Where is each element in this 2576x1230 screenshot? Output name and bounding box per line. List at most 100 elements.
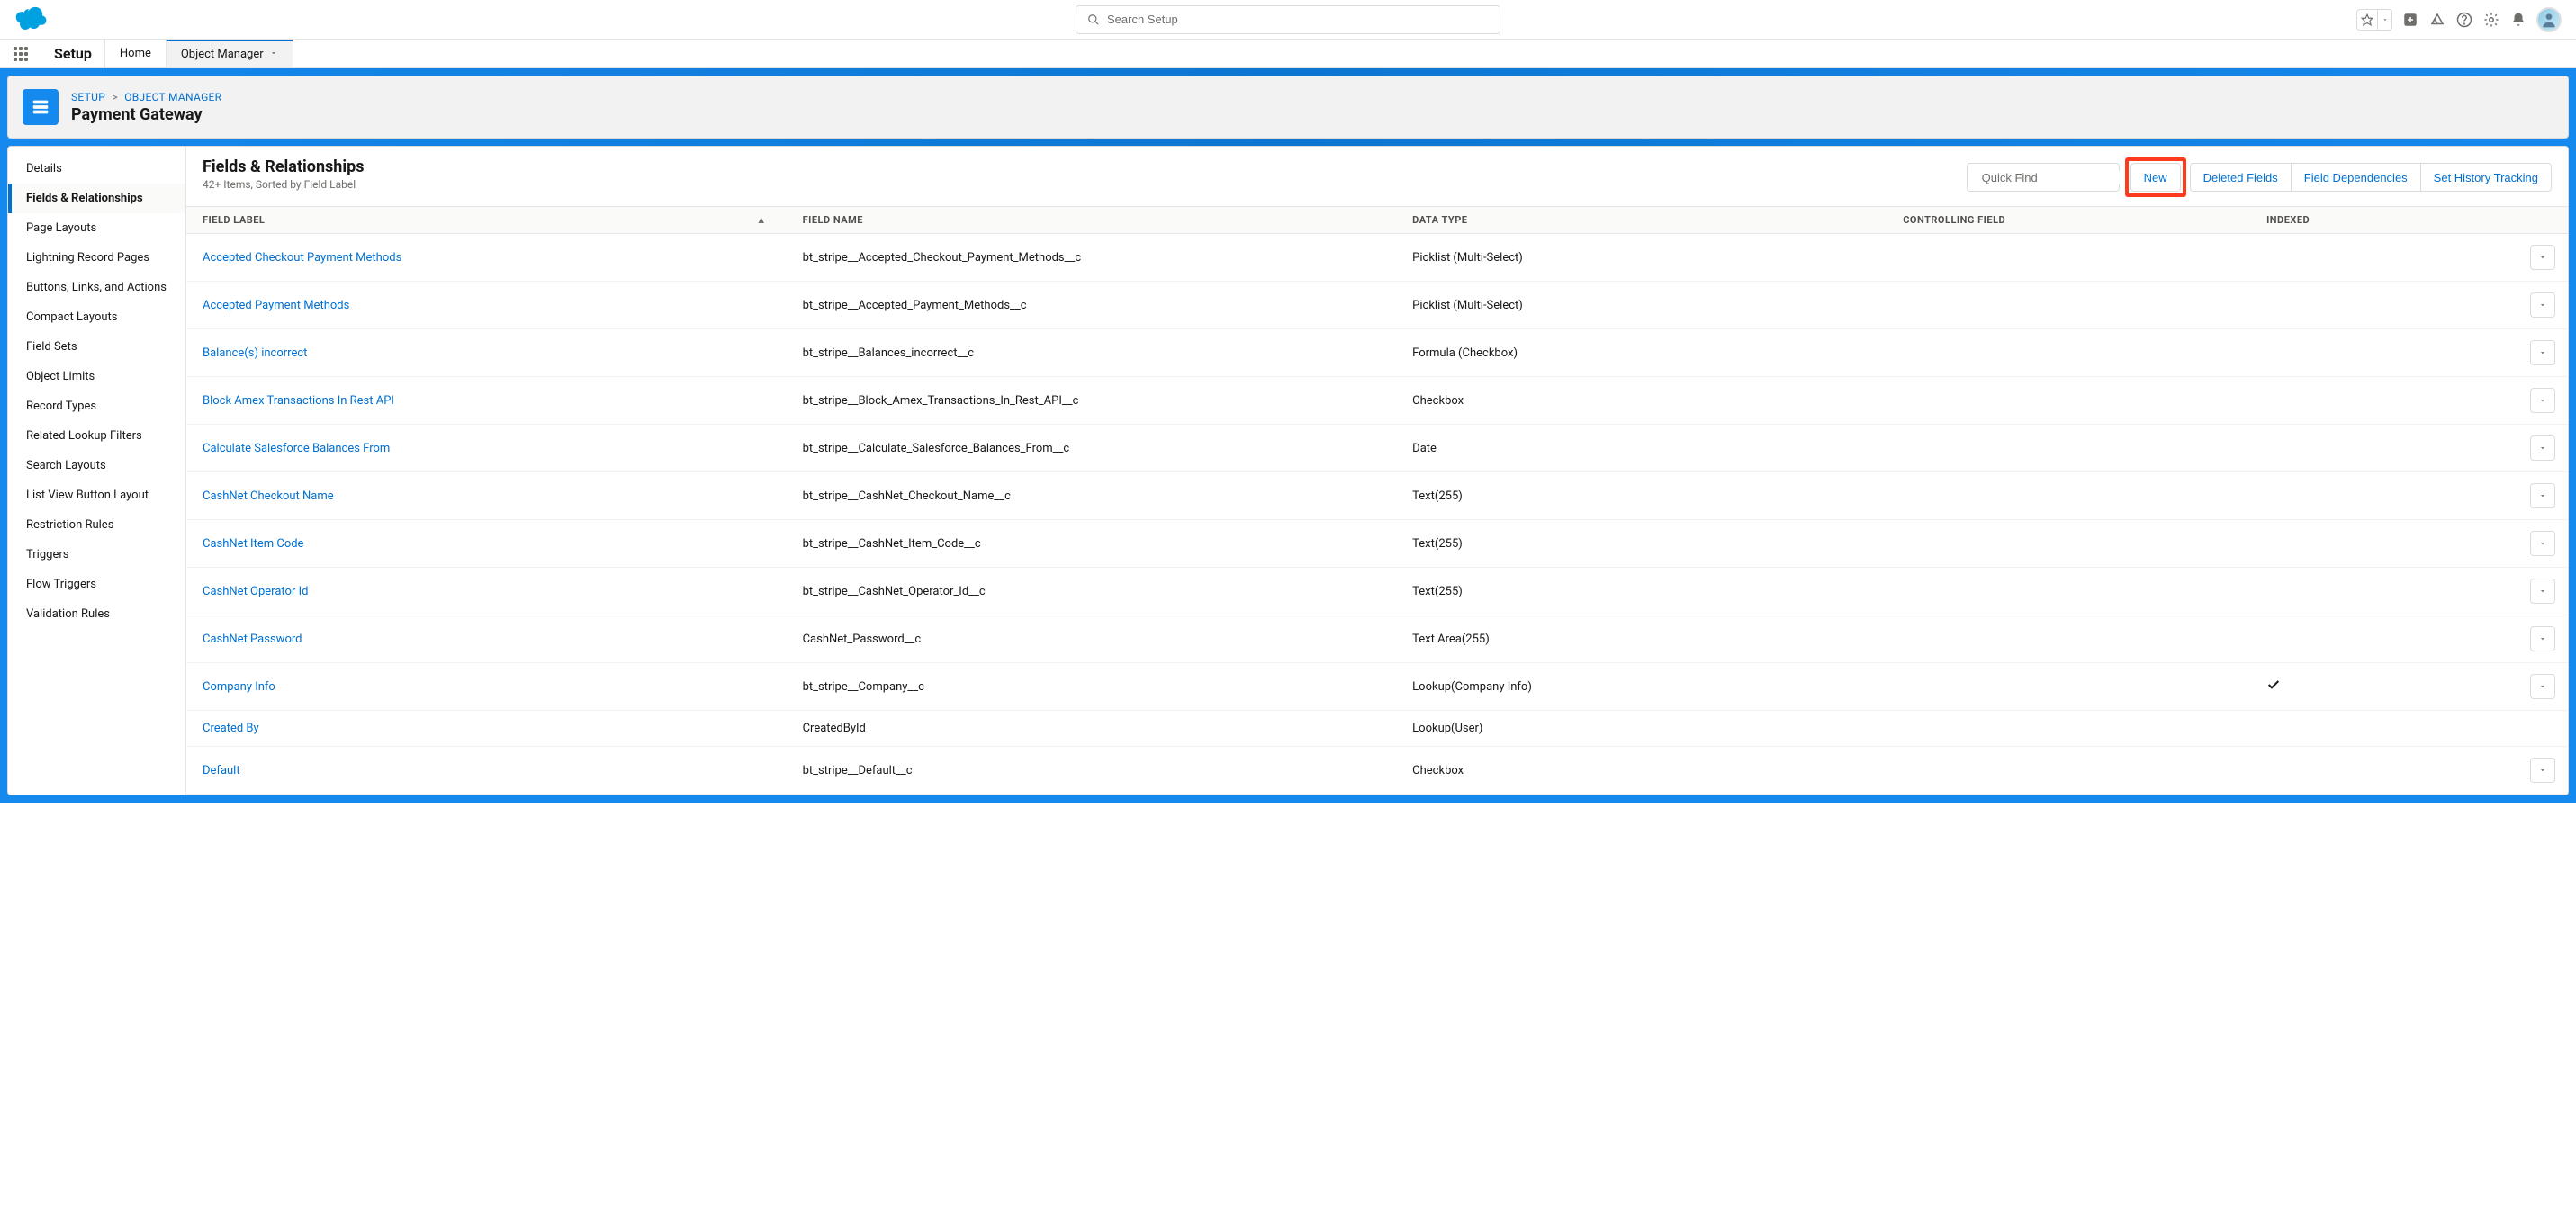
field-label-link[interactable]: CashNet Checkout Name: [186, 472, 787, 520]
sidebar-item-buttons-links-and-actions[interactable]: Buttons, Links, and Actions: [8, 273, 185, 302]
salesforce-help-icon[interactable]: [2428, 11, 2446, 29]
field-label-link[interactable]: CashNet Item Code: [186, 520, 787, 568]
data-type-cell: Date: [1396, 425, 1887, 472]
tab-home[interactable]: Home: [104, 40, 166, 67]
data-type-cell: Picklist (Multi-Select): [1396, 282, 1887, 329]
row-action-menu[interactable]: [2530, 292, 2555, 318]
row-action-menu[interactable]: [2530, 245, 2555, 270]
data-type-cell: Lookup(User): [1396, 711, 1887, 747]
global-actions: [2356, 7, 2562, 32]
indexed-cell: [2250, 520, 2462, 568]
table-row: CashNet Checkout Namebt_stripe__CashNet_…: [186, 472, 2568, 520]
field-label-link[interactable]: Calculate Salesforce Balances From: [186, 425, 787, 472]
col-field-name[interactable]: FIELD NAME: [787, 207, 1397, 234]
main-title: Fields & Relationships: [203, 157, 365, 176]
favorites-button[interactable]: [2356, 9, 2392, 31]
sidebar-item-details[interactable]: Details: [8, 154, 185, 184]
data-type-cell: Formula (Checkbox): [1396, 329, 1887, 377]
sidebar-item-field-sets[interactable]: Field Sets: [8, 332, 185, 362]
indexed-cell: [2250, 568, 2462, 615]
table-row: Calculate Salesforce Balances Frombt_str…: [186, 425, 2568, 472]
chevron-down-icon: [269, 48, 278, 61]
col-field-label[interactable]: FIELD LABEL ▲: [186, 207, 787, 234]
sidebar-item-page-layouts[interactable]: Page Layouts: [8, 213, 185, 243]
row-action-menu[interactable]: [2530, 531, 2555, 556]
field-label-link[interactable]: Block Amex Transactions In Rest API: [186, 377, 787, 425]
row-action-menu[interactable]: [2530, 758, 2555, 783]
breadcrumb-setup[interactable]: SETUP: [71, 91, 105, 103]
set-history-tracking-button[interactable]: Set History Tracking: [2421, 163, 2552, 192]
table-row: Balance(s) incorrectbt_stripe__Balances_…: [186, 329, 2568, 377]
page-title: Payment Gateway: [71, 105, 221, 124]
sidebar-item-compact-layouts[interactable]: Compact Layouts: [8, 302, 185, 332]
global-search-input[interactable]: [1107, 13, 1489, 26]
sidebar-item-validation-rules[interactable]: Validation Rules: [8, 599, 185, 629]
page-header: SETUP > OBJECT MANAGER Payment Gateway: [7, 76, 2569, 139]
avatar[interactable]: [2536, 7, 2562, 32]
sidebar-item-object-limits[interactable]: Object Limits: [8, 362, 185, 391]
indexed-cell: [2250, 234, 2462, 282]
add-icon[interactable]: [2401, 11, 2419, 29]
field-name-cell: bt_stripe__Calculate_Salesforce_Balances…: [787, 425, 1397, 472]
table-row: Defaultbt_stripe__Default__cCheckbox: [186, 747, 2568, 795]
app-name: Setup: [41, 40, 104, 67]
sidebar-item-flow-triggers[interactable]: Flow Triggers: [8, 570, 185, 599]
main-header: Fields & Relationships 42+ Items, Sorted…: [186, 147, 2568, 207]
sidebar-item-search-layouts[interactable]: Search Layouts: [8, 451, 185, 480]
tab-object-manager-label: Object Manager: [181, 48, 264, 61]
indexed-cell: [2250, 711, 2462, 747]
row-action-menu[interactable]: [2530, 483, 2555, 508]
bell-icon[interactable]: [2509, 11, 2527, 29]
row-action-menu[interactable]: [2530, 435, 2555, 461]
field-label-link[interactable]: Balance(s) incorrect: [186, 329, 787, 377]
table-row: CashNet PasswordCashNet_Password__cText …: [186, 615, 2568, 663]
field-label-link[interactable]: Default: [186, 747, 787, 795]
sidebar-item-record-types[interactable]: Record Types: [8, 391, 185, 421]
indexed-cell: [2250, 329, 2462, 377]
tab-home-label: Home: [120, 47, 151, 60]
sidebar-item-lightning-record-pages[interactable]: Lightning Record Pages: [8, 243, 185, 273]
field-label-link[interactable]: Accepted Payment Methods: [186, 282, 787, 329]
sidebar-item-fields-relationships[interactable]: Fields & Relationships: [8, 184, 185, 213]
deleted-fields-button[interactable]: Deleted Fields: [2190, 163, 2292, 192]
tab-object-manager[interactable]: Object Manager: [166, 39, 293, 67]
field-name-cell: CreatedById: [787, 711, 1397, 747]
controlling-field-cell: [1887, 425, 2250, 472]
sidebar-item-related-lookup-filters[interactable]: Related Lookup Filters: [8, 421, 185, 451]
row-action-menu[interactable]: [2530, 340, 2555, 365]
new-button[interactable]: New: [2130, 163, 2181, 192]
col-indexed[interactable]: INDEXED: [2250, 207, 2462, 234]
breadcrumb: SETUP > OBJECT MANAGER: [71, 91, 221, 103]
quick-find-input[interactable]: [1982, 171, 2140, 184]
field-label-link[interactable]: CashNet Password: [186, 615, 787, 663]
field-name-cell: bt_stripe__Accepted_Checkout_Payment_Met…: [787, 234, 1397, 282]
field-dependencies-button[interactable]: Field Dependencies: [2292, 163, 2421, 192]
breadcrumb-object-manager[interactable]: OBJECT MANAGER: [124, 91, 221, 103]
field-label-link[interactable]: Company Info: [186, 663, 787, 711]
col-data-type[interactable]: DATA TYPE: [1396, 207, 1887, 234]
gear-icon[interactable]: [2482, 11, 2500, 29]
row-action-cell: [2462, 747, 2568, 795]
row-action-menu[interactable]: [2530, 674, 2555, 699]
salesforce-logo[interactable]: [14, 6, 49, 33]
row-action-menu[interactable]: [2530, 579, 2555, 604]
sidebar-item-triggers[interactable]: Triggers: [8, 540, 185, 570]
col-controlling-field[interactable]: CONTROLLING FIELD: [1887, 207, 2250, 234]
indexed-cell: [2250, 425, 2462, 472]
app-launcher[interactable]: [0, 40, 41, 67]
field-label-link[interactable]: CashNet Operator Id: [186, 568, 787, 615]
help-icon[interactable]: [2455, 11, 2473, 29]
row-action-menu[interactable]: [2530, 388, 2555, 413]
field-label-link[interactable]: Created By: [186, 711, 787, 747]
indexed-cell: [2250, 663, 2462, 711]
main-subtitle: 42+ Items, Sorted by Field Label: [203, 178, 365, 191]
breadcrumb-sep: >: [112, 91, 118, 103]
sidebar-item-restriction-rules[interactable]: Restriction Rules: [8, 510, 185, 540]
table-row: Accepted Payment Methodsbt_stripe__Accep…: [186, 282, 2568, 329]
sidebar-item-list-view-button-layout[interactable]: List View Button Layout: [8, 480, 185, 510]
data-type-cell: Text Area(255): [1396, 615, 1887, 663]
row-action-menu[interactable]: [2530, 626, 2555, 651]
global-search[interactable]: [1076, 5, 1500, 34]
quick-find[interactable]: [1967, 163, 2120, 192]
field-label-link[interactable]: Accepted Checkout Payment Methods: [186, 234, 787, 282]
